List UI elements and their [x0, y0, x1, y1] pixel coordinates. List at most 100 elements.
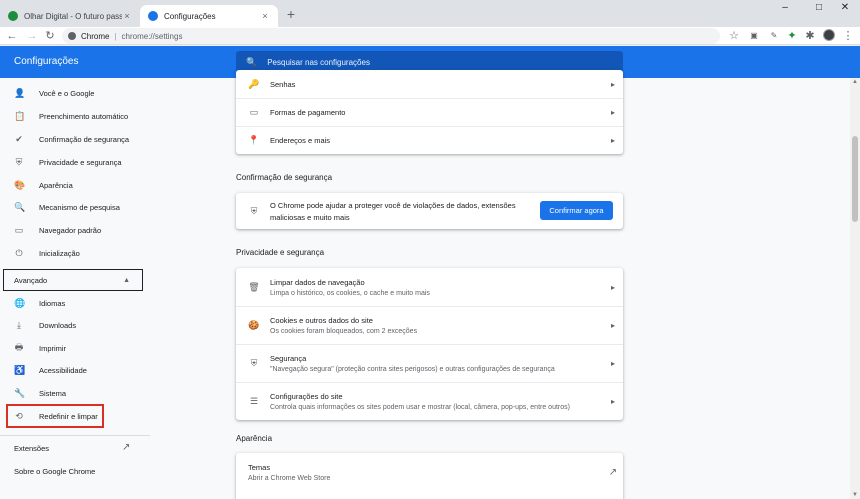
- tab-configuracoes[interactable]: Configurações ×: [140, 5, 278, 27]
- close-window-button[interactable]: ✕: [830, 2, 860, 16]
- section-heading-confirmacao: Confirmação de segurança: [236, 173, 333, 182]
- sidebar-item-label: Downloads: [39, 320, 77, 330]
- shield-icon: ⛨: [250, 357, 258, 368]
- download-icon: ⤓: [17, 319, 21, 330]
- external-link-icon[interactable]: ↗: [603, 467, 623, 478]
- url-text[interactable]: chrome://settings: [122, 32, 183, 41]
- sidebar-item-confirmacao-seguranca[interactable]: ✔ Confirmação de segurança: [0, 129, 150, 149]
- sliders-icon: ☰: [249, 395, 259, 406]
- row-title: Configurações do site: [270, 391, 343, 401]
- chevron-right-icon: ▸: [610, 107, 615, 117]
- row-subtitle: "Navegação segura" (proteção contra site…: [270, 365, 555, 373]
- sidebar-item-mecanismo-pesquisa[interactable]: 🔍 Mecanismo de pesquisa: [0, 197, 150, 217]
- scrollbar-thumb[interactable]: [852, 136, 858, 222]
- chevron-right-icon: ▸: [610, 358, 615, 368]
- privacy-card: 🗑 Limpar dados de navegação Limpa o hist…: [236, 268, 623, 420]
- browser-toolbar: ← → ↻ Chrome | chrome://settings ☆ ▣ ✎ ✦…: [0, 27, 860, 45]
- row-enderecos[interactable]: 📍 Endereços e mais ▸: [236, 126, 623, 154]
- sidebar-item-idiomas[interactable]: 🌐 Idiomas: [0, 293, 150, 313]
- settings-main: 🔑 Senhas ▸ ▭ Formas de pagamento ▸ 📍 End…: [150, 70, 850, 499]
- highlight-box: [6, 404, 104, 428]
- minimize-button[interactable]: –: [770, 2, 800, 16]
- sidebar-item-label: Idiomas: [39, 298, 66, 308]
- row-limpar-dados[interactable]: 🗑 Limpar dados de navegação Limpa o hist…: [236, 268, 623, 306]
- bookmark-star-icon[interactable]: ☆: [726, 28, 742, 44]
- back-button[interactable]: ←: [4, 28, 20, 44]
- chevron-right-icon: ▸: [610, 135, 615, 145]
- key-icon: 🔑: [248, 78, 260, 89]
- palette-icon: 🎨: [14, 179, 26, 190]
- chevron-right-icon: ▸: [610, 79, 615, 89]
- row-title: Formas de pagamento: [270, 107, 346, 117]
- sidebar-item-navegador-padrao[interactable]: ▭ Navegador padrão: [0, 220, 150, 240]
- printer-icon: 🖶: [14, 342, 24, 352]
- row-title: Senhas: [270, 79, 296, 89]
- shield-check-icon: ✔: [15, 133, 23, 144]
- search-icon: 🔍: [14, 201, 26, 212]
- clipboard-icon: 📋: [14, 110, 26, 121]
- advanced-label: Avançado: [14, 275, 48, 285]
- row-config-site[interactable]: ☰ Configurações do site Controla quais i…: [236, 382, 623, 420]
- new-tab-button[interactable]: +: [284, 6, 298, 22]
- cast-icon[interactable]: ▣: [746, 28, 762, 44]
- credit-card-icon: ▭: [249, 106, 259, 117]
- forward-button[interactable]: →: [24, 28, 40, 44]
- autofill-card: 🔑 Senhas ▸ ▭ Formas de pagamento ▸ 📍 End…: [236, 70, 623, 154]
- cookie-icon: 🍪: [248, 319, 260, 330]
- location-icon: 📍: [248, 134, 260, 145]
- sidebar-item-label: Acessibilidade: [39, 365, 87, 375]
- sidebar-divider: [0, 435, 150, 436]
- accessibility-icon: ♿: [14, 364, 26, 375]
- row-senhas[interactable]: 🔑 Senhas ▸: [236, 70, 623, 98]
- row-subtitle: Os cookies foram bloqueados, com 2 exceç…: [270, 327, 418, 335]
- sidebar-item-voce-e-o-google[interactable]: 👤 Você e o Google: [0, 83, 150, 103]
- row-title: Limpar dados de navegação: [270, 277, 365, 287]
- extensions-puzzle-icon[interactable]: ✱: [802, 28, 818, 44]
- sidebar-item-sobre[interactable]: Sobre o Google Chrome: [14, 467, 95, 476]
- close-tab-icon[interactable]: ×: [122, 11, 132, 21]
- browser-menu-icon[interactable]: ⋮: [840, 28, 856, 44]
- row-cookies[interactable]: 🍪 Cookies e outros dados do site Os cook…: [236, 306, 623, 344]
- chevron-up-icon: ▲: [123, 276, 130, 284]
- reload-button[interactable]: ↻: [42, 28, 58, 44]
- profile-avatar[interactable]: [823, 29, 835, 41]
- scroll-down-icon[interactable]: ▼: [850, 492, 860, 498]
- sidebar-item-imprimir[interactable]: 🖶 Imprimir: [0, 338, 150, 358]
- extension-leaf-icon[interactable]: ✦: [784, 28, 800, 44]
- sidebar-item-aparencia[interactable]: 🎨 Aparência: [0, 175, 150, 195]
- chevron-right-icon: ▸: [610, 396, 615, 406]
- chevron-right-icon: ▸: [610, 282, 615, 292]
- sidebar-item-label: Inicialização: [39, 248, 80, 258]
- row-title: Endereços e mais: [270, 135, 331, 145]
- row-temas[interactable]: Temas Abrir a Chrome Web Store ↗: [236, 453, 623, 491]
- scroll-up-icon[interactable]: ▲: [850, 79, 860, 85]
- sidebar-item-sistema[interactable]: 🔧 Sistema: [0, 383, 150, 403]
- confirm-now-button[interactable]: Confirmar agora: [540, 201, 613, 220]
- browser-icon: ▭: [14, 224, 24, 235]
- sidebar-item-privacidade[interactable]: ⛨ Privacidade e segurança: [0, 152, 150, 172]
- address-bar[interactable]: Chrome | chrome://settings: [62, 28, 720, 44]
- appearance-card: Temas Abrir a Chrome Web Store ↗: [236, 453, 623, 499]
- row-seguranca[interactable]: ⛨ Segurança "Navegação segura" (proteção…: [236, 344, 623, 382]
- sidebar-item-preenchimento[interactable]: 📋 Preenchimento automático: [0, 106, 150, 126]
- page-scrollbar[interactable]: ▲ ▼: [850, 78, 860, 499]
- external-link-icon[interactable]: ↗: [122, 442, 130, 453]
- olhar-digital-favicon-icon: [8, 11, 18, 21]
- row-formas-pagamento[interactable]: ▭ Formas de pagamento ▸: [236, 98, 623, 126]
- sidebar-item-label: Mecanismo de pesquisa: [39, 202, 120, 212]
- sidebar-item-acessibilidade[interactable]: ♿ Acessibilidade: [0, 360, 150, 380]
- sidebar-advanced-toggle[interactable]: Avançado ▲: [3, 269, 143, 291]
- sidebar-item-label: Preenchimento automático: [39, 111, 129, 121]
- sidebar-item-extensoes[interactable]: Extensões: [14, 444, 49, 453]
- close-tab-icon[interactable]: ×: [260, 11, 270, 21]
- address-separator: |: [114, 31, 117, 41]
- wrench-icon: 🔧: [14, 387, 26, 398]
- tab-olhar-digital[interactable]: Olhar Digital - O futuro passa pri ×: [0, 5, 140, 27]
- sidebar-item-downloads[interactable]: ⤓ Downloads: [0, 315, 150, 335]
- row-title: Temas: [248, 462, 271, 472]
- chevron-right-icon: ▸: [610, 320, 615, 330]
- sidebar-item-inicializacao[interactable]: ⏻ Inicialização: [0, 243, 150, 263]
- extension-pen-icon[interactable]: ✎: [766, 28, 782, 44]
- sidebar-item-label: Aparência: [39, 180, 73, 190]
- row-title: Segurança: [270, 353, 307, 363]
